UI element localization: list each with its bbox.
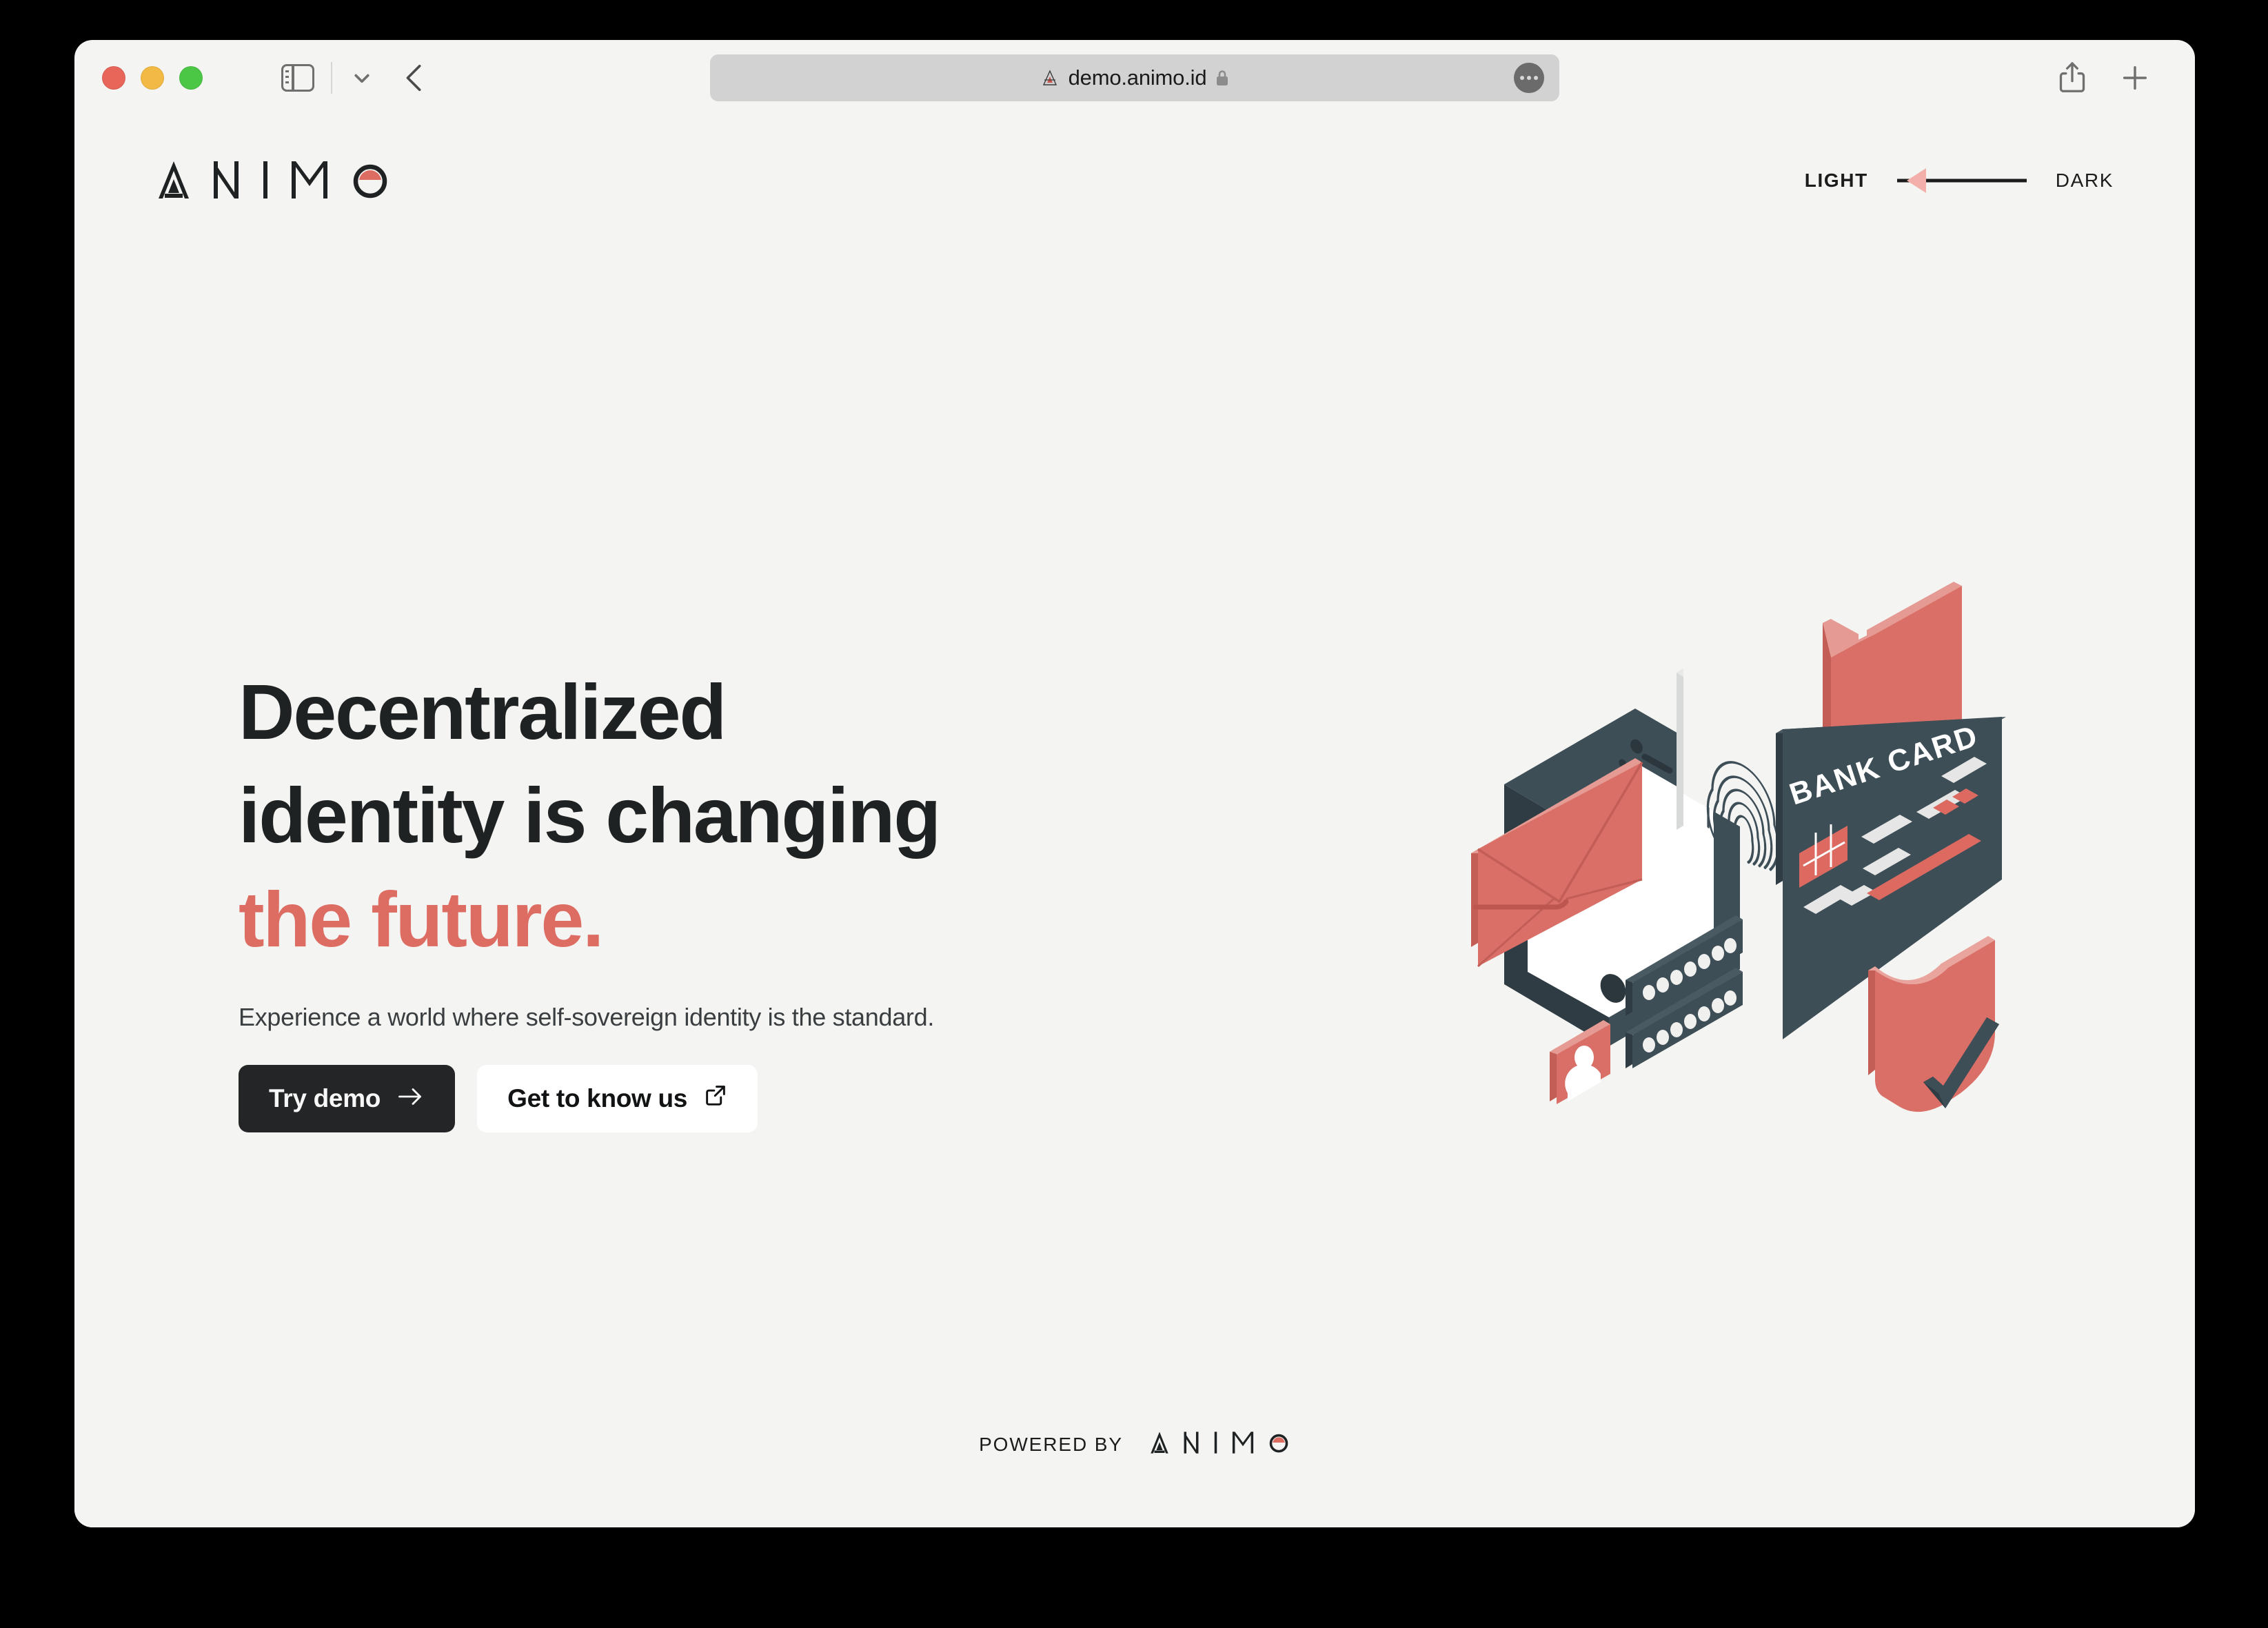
back-button[interactable] (398, 60, 430, 96)
browser-window: demo.animo.id LIGHT DARK Decentralized i… (74, 40, 2195, 1527)
decentralized-identity-isometric-illustration: BANK CARD (1450, 557, 2071, 1122)
sidebar-icon[interactable] (281, 64, 314, 92)
url-bar[interactable]: demo.animo.id (710, 54, 1559, 101)
try-demo-button[interactable]: Try demo (239, 1064, 456, 1132)
web-page: LIGHT DARK Decentralized identity is cha… (74, 116, 2195, 1527)
plus-icon[interactable] (2119, 62, 2151, 94)
avatar-id-card (1550, 1020, 1610, 1104)
window-close-button[interactable] (102, 66, 125, 90)
external-link-icon (704, 1083, 727, 1113)
footer-logo-letter-n (1182, 1430, 1200, 1458)
get-to-know-us-label: Get to know us (507, 1083, 688, 1112)
url-text: demo.animo.id (1068, 65, 1207, 90)
animo-favicon-icon (1040, 68, 1060, 88)
window-maximize-button[interactable] (179, 66, 203, 90)
lock-icon (1215, 68, 1230, 88)
footer-logo-letter-i (1213, 1430, 1219, 1458)
share-icon[interactable] (2057, 61, 2087, 95)
browser-toolbar: demo.animo.id (74, 40, 2195, 116)
get-to-know-us-button[interactable]: Get to know us (477, 1064, 758, 1132)
chevron-down-icon[interactable] (347, 63, 376, 92)
ellipsis-icon[interactable] (1514, 63, 1544, 93)
arrow-right-icon (397, 1084, 425, 1113)
headline-line-2: identity is changing (239, 772, 941, 859)
footer-logo-letter-a (1149, 1430, 1170, 1458)
try-demo-label: Try demo (269, 1083, 381, 1112)
hero-section: Decentralized identity is changing the f… (74, 116, 2195, 1527)
hero-subtitle: Experience a world where self-sovereign … (239, 1002, 935, 1031)
powered-by-label: POWERED BY (979, 1433, 1123, 1455)
window-minimize-button[interactable] (141, 66, 164, 90)
footer-animo-logo[interactable] (1149, 1430, 1290, 1458)
page-title: Decentralized identity is changing the f… (239, 660, 1148, 971)
headline-line-1: Decentralized (239, 669, 727, 755)
footer-logo-letter-m (1231, 1430, 1255, 1458)
hero-button-group: Try demo Get to know us (239, 1064, 1148, 1132)
site-footer: POWERED BY (74, 1430, 2195, 1458)
hero-text-block: Decentralized identity is changing the f… (239, 660, 1148, 1132)
headline-accent: the future. (239, 875, 604, 963)
toolbar-divider (331, 62, 332, 94)
footer-logo-letter-o (1267, 1430, 1290, 1458)
